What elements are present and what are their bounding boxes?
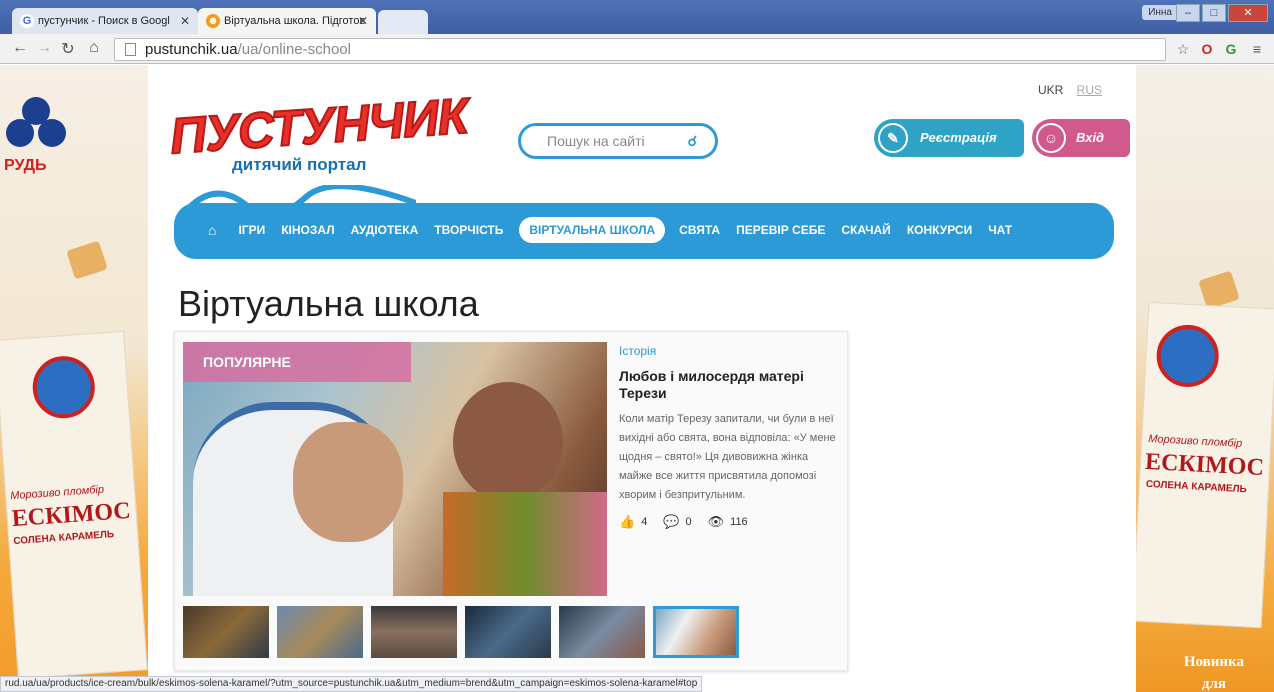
thumbnail-active[interactable] bbox=[653, 606, 739, 658]
tab-title: пустунчик - Поиск в Googl bbox=[38, 15, 170, 27]
address-bar[interactable]: pustunchik.ua/ua/online-school bbox=[114, 38, 1166, 61]
popular-badge: ПОПУЛЯРНЕ bbox=[183, 342, 411, 382]
ad-product-pack-right: Морозиво пломбір ЕСКІМОС СОЛЕНА КАРАМЕЛЬ bbox=[1131, 301, 1274, 629]
language-switcher: UKR RUS bbox=[1038, 83, 1102, 97]
nav-item-test-yourself[interactable]: ПЕРЕВІР СЕБЕ bbox=[736, 223, 825, 237]
article-category-link[interactable]: Історія bbox=[619, 344, 656, 358]
ad-product-flavor: СОЛЕНА КАРАМЕЛЬ bbox=[1145, 478, 1248, 496]
window-controls: – □ ✕ bbox=[1176, 4, 1268, 22]
tab-virtual-school[interactable]: ☻ Віртуальна школа. Підготов ✕ bbox=[198, 8, 376, 34]
eye-icon: 👁 bbox=[707, 514, 725, 529]
caramel-icon bbox=[66, 240, 108, 280]
new-tab-button[interactable] bbox=[378, 10, 428, 34]
back-arrow-icon[interactable]: ← bbox=[10, 39, 30, 57]
tab-title: Віртуальна школа. Підготов bbox=[224, 15, 366, 27]
featured-article-card: ПОПУЛЯРНЕ Історія Любов і милосердя мате… bbox=[174, 331, 848, 671]
caramel-icon bbox=[1198, 270, 1240, 310]
nav-item-virtual-school[interactable]: ВІРТУАЛЬНА ШКОЛА bbox=[519, 217, 666, 243]
page-viewport: РУДЬ Морозиво пломбір ЕСКІМОС СОЛЕНА КАР… bbox=[0, 65, 1274, 692]
nav-item-chat[interactable]: ЧАТ bbox=[988, 223, 1012, 237]
search-icon[interactable]: ☌ bbox=[688, 126, 697, 156]
user-icon: ☺ bbox=[1036, 123, 1066, 153]
nav-item-creativity[interactable]: ТВОРЧІСТЬ bbox=[434, 223, 503, 237]
page-icon bbox=[125, 43, 136, 56]
likes-stat[interactable]: 👍 4 bbox=[619, 514, 647, 530]
url-path: /ua/online-school bbox=[237, 41, 351, 58]
ad-novinka-line2: для bbox=[1201, 676, 1226, 692]
article-thumbnails bbox=[183, 606, 747, 658]
google-g-icon: G bbox=[20, 14, 34, 28]
comment-bubble-icon: 💬 bbox=[663, 514, 680, 529]
home-icon[interactable]: ⌂ bbox=[84, 39, 104, 57]
browser-toolbar: ← → ↻ ⌂ pustunchik.ua/ua/online-school ☆… bbox=[0, 34, 1274, 64]
menu-icon[interactable]: ≡ bbox=[1248, 40, 1266, 58]
ad-product-name: ЕСКІМОС bbox=[10, 497, 132, 533]
plombir-seal-icon bbox=[1155, 323, 1221, 389]
ad-product-line1: Морозиво пломбір bbox=[1147, 433, 1243, 450]
register-label: Реєстрація bbox=[920, 130, 997, 145]
likes-count: 4 bbox=[641, 516, 648, 528]
nav-item-contests[interactable]: КОНКУРСИ bbox=[907, 223, 972, 237]
login-label: Вхід bbox=[1076, 130, 1105, 145]
page-title: Віртуальна школа bbox=[178, 283, 479, 324]
thumbnail[interactable] bbox=[559, 606, 645, 658]
search-input[interactable]: Пошук на сайті ☌ bbox=[518, 123, 718, 159]
plombir-seal-icon bbox=[30, 354, 97, 421]
nav-item-audio[interactable]: АУДІОТЕКА bbox=[351, 223, 419, 237]
close-window-icon[interactable]: ✕ bbox=[1228, 4, 1268, 22]
thumbs-up-icon: 👍 bbox=[619, 514, 636, 529]
tab-close-icon[interactable]: ✕ bbox=[358, 8, 368, 34]
nav-item-download[interactable]: СКАЧАЙ bbox=[841, 223, 890, 237]
nav-home-icon[interactable]: ⌂ bbox=[208, 222, 216, 238]
article-stats: 👍 4 💬 0 👁 116 bbox=[619, 514, 764, 530]
tab-google-search[interactable]: G пустунчик - Поиск в Googl ✕ bbox=[12, 8, 198, 34]
search-placeholder: Пошук на сайті bbox=[547, 133, 645, 149]
minimize-icon[interactable]: – bbox=[1176, 4, 1200, 22]
ad-novinka-text: Новинка для bbox=[1184, 651, 1244, 692]
reload-icon[interactable]: ↻ bbox=[58, 39, 78, 59]
comments-stat[interactable]: 💬 0 bbox=[663, 514, 691, 530]
register-button[interactable]: ✎ Реєстрація bbox=[874, 119, 1024, 157]
thumbnail[interactable] bbox=[371, 606, 457, 658]
browser-tab-strip: G пустунчик - Поиск в Googl ✕ ☻ Віртуаль… bbox=[0, 0, 1274, 34]
forward-arrow-icon[interactable]: → bbox=[34, 39, 54, 57]
star-bookmark-icon[interactable]: ☆ bbox=[1174, 40, 1192, 58]
logo-subtitle: дитячий портал bbox=[232, 155, 367, 174]
ad-product-pack-left: Морозиво пломбір ЕСКІМОС СОЛЕНА КАРАМЕЛЬ bbox=[0, 330, 148, 680]
lang-ukr[interactable]: UKR bbox=[1038, 83, 1063, 97]
extension-green-icon[interactable]: G bbox=[1222, 40, 1240, 58]
site-content: UKR RUS ПУСТУНЧИК дитячий портал Пошук н… bbox=[148, 65, 1136, 692]
article-title-link[interactable]: Любов і милосердя матері Терези bbox=[619, 368, 839, 402]
site-logo[interactable]: ПУСТУНЧИК дитячий портал bbox=[167, 87, 470, 177]
tab-close-icon[interactable]: ✕ bbox=[180, 8, 190, 34]
nav-item-cinema[interactable]: КІНОЗАЛ bbox=[281, 223, 334, 237]
login-button[interactable]: ☺ Вхід bbox=[1032, 119, 1130, 157]
comments-count: 0 bbox=[685, 516, 692, 528]
article-excerpt: Коли матір Терезу запитали, чи були в не… bbox=[619, 413, 836, 501]
pencil-icon: ✎ bbox=[878, 123, 908, 153]
ad-banner-left[interactable]: РУДЬ Морозиво пломбір ЕСКІМОС СОЛЕНА КАР… bbox=[0, 65, 148, 692]
url-domain: pustunchik.ua bbox=[145, 41, 238, 58]
thumbnail[interactable] bbox=[183, 606, 269, 658]
views-stat: 👁 116 bbox=[708, 514, 748, 530]
logo-text: ПУСТУНЧИК bbox=[167, 87, 470, 166]
views-count: 116 bbox=[730, 516, 748, 528]
ad-product-name: ЕСКІМОС bbox=[1144, 448, 1265, 482]
ad-product-line1: Морозиво пломбір bbox=[9, 483, 105, 503]
maximize-icon[interactable]: □ bbox=[1202, 4, 1226, 22]
nav-item-games[interactable]: ІГРИ bbox=[238, 223, 265, 237]
thumbnail[interactable] bbox=[277, 606, 363, 658]
profile-user-badge[interactable]: Инна bbox=[1142, 5, 1178, 20]
ad-banner-right[interactable]: Морозиво пломбір ЕСКІМОС СОЛЕНА КАРАМЕЛЬ… bbox=[1131, 65, 1274, 692]
ad-novinka-line1: Новинка bbox=[1183, 654, 1244, 670]
site-favicon-icon: ☻ bbox=[206, 14, 220, 28]
main-nav: ⌂ ІГРИ КІНОЗАЛ АУДІОТЕКА ТВОРЧІСТЬ ВІРТУ… bbox=[208, 217, 1028, 243]
thumbnail[interactable] bbox=[465, 606, 551, 658]
ad-brand-text: РУДЬ bbox=[4, 157, 47, 174]
extension-red-icon[interactable]: O bbox=[1198, 40, 1216, 58]
lang-rus[interactable]: RUS bbox=[1077, 83, 1102, 97]
nav-item-holidays[interactable]: СВЯТА bbox=[679, 223, 720, 237]
browser-status-bar: rud.ua/ua/products/ice-cream/bulk/eskimo… bbox=[0, 676, 703, 692]
